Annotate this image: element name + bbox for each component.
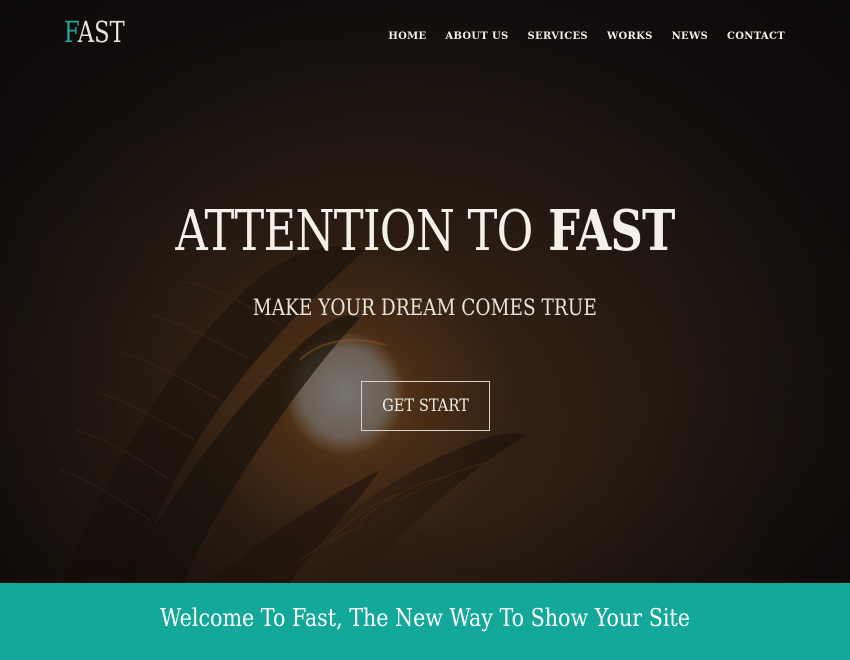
nav-item-services[interactable]: SERVICES — [528, 31, 588, 42]
brand-logo[interactable]: FAST — [64, 15, 125, 49]
hero-section — [0, 0, 850, 583]
subheadline-text: MAKE YOUR DREAM COMES TRUE — [252, 296, 598, 321]
hero-headline: ATTENTION TO FAST — [0, 195, 850, 268]
logo-accent-letter: F — [64, 15, 78, 49]
nav-item-works[interactable]: WORKS — [607, 31, 653, 42]
welcome-banner-text: Welcome To Fast, The New Way To Show You… — [160, 603, 690, 632]
nav-item-contact[interactable]: CONTACT — [727, 31, 785, 42]
headline-bold-text: FAST — [548, 198, 675, 264]
feather-background-image — [59, 246, 525, 583]
nav-item-home[interactable]: HOME — [388, 31, 426, 42]
get-start-label: GET START — [382, 396, 469, 416]
hero-subheadline: MAKE YOUR DREAM COMES TRUE — [0, 296, 850, 321]
main-nav: HOME ABOUT US SERVICES WORKS NEWS CONTAC… — [369, 31, 785, 42]
nav-item-about-us[interactable]: ABOUT US — [445, 31, 508, 42]
welcome-banner: Welcome To Fast, The New Way To Show You… — [0, 583, 850, 660]
headline-light-text: ATTENTION TO — [175, 199, 533, 264]
get-start-button[interactable]: GET START — [361, 381, 490, 431]
nav-item-news[interactable]: NEWS — [672, 31, 708, 42]
logo-text: AST — [77, 15, 125, 49]
landing-page: FAST HOME ABOUT US SERVICES WORKS NEWS C… — [0, 0, 850, 660]
